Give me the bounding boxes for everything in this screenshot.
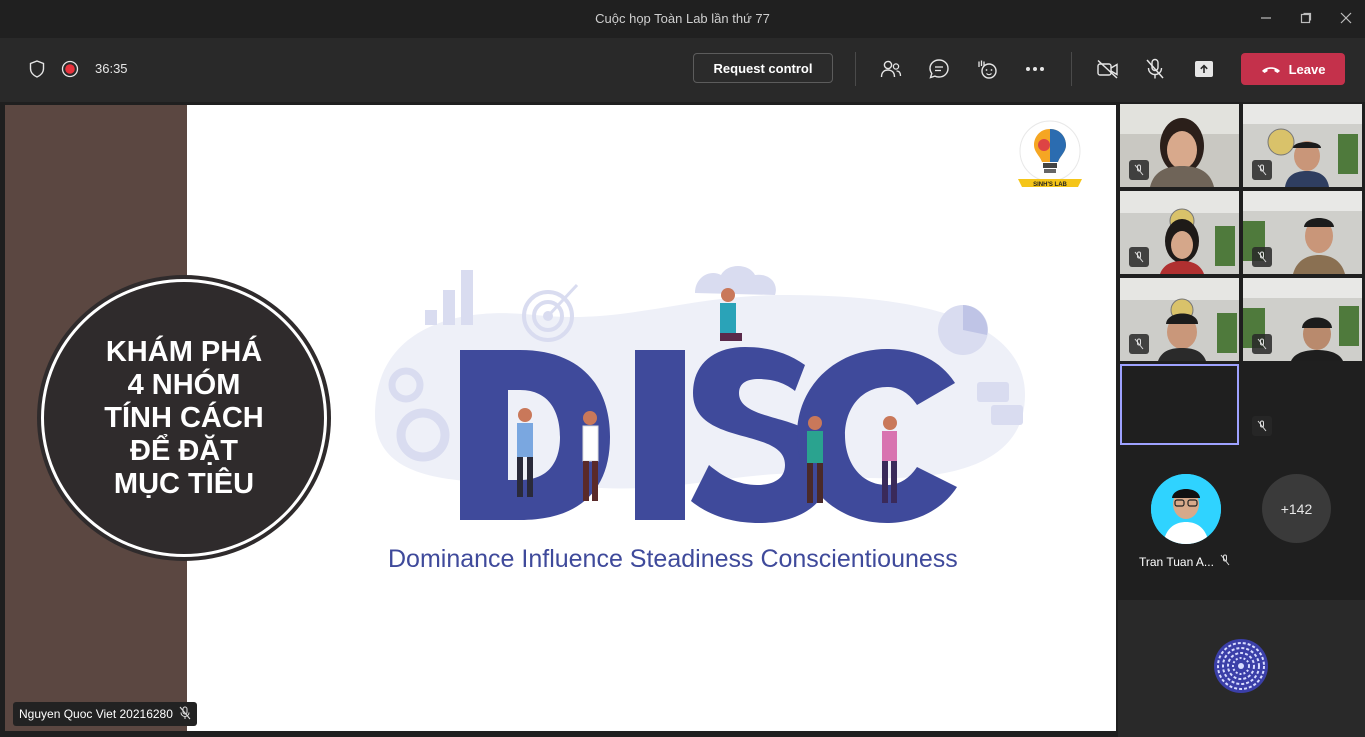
window-title: Cuộc họp Toàn Lab lần thứ 77 [595,11,770,26]
participant-avatar[interactable] [1151,474,1221,544]
loading-spinner-icon [1214,639,1268,693]
participant-video-tile[interactable] [1120,191,1239,274]
participant-video-tile[interactable] [1120,278,1239,361]
presenter-name-tag: Nguyen Quoc Viet 20216280 [13,702,197,726]
participant-video-tile[interactable] [1243,364,1362,447]
people-icon[interactable] [879,57,903,81]
hang-up-icon [1261,62,1281,77]
heading-line: KHÁM PHÁ [105,335,263,368]
maximize-icon[interactable] [1295,8,1317,28]
share-screen-icon[interactable] [1191,57,1217,81]
meeting-toolbar: 36:35 Request control Leave [0,38,1365,102]
camera-off-icon[interactable] [1095,57,1121,81]
mic-off-icon [1129,160,1149,180]
heading-line: TÍNH CÁCH [104,401,264,434]
chat-icon[interactable] [927,57,951,81]
title-bar: Cuộc họp Toàn Lab lần thứ 77 [0,0,1365,38]
leave-label: Leave [1288,61,1326,77]
leave-button[interactable]: Leave [1241,53,1345,85]
mic-off-icon [179,706,191,723]
raise-hand-icon[interactable] [975,57,999,81]
disc-tagline: Dominance Influence Steadiness Conscient… [388,545,958,573]
more-options-icon[interactable] [1023,57,1047,81]
meeting-timer: 36:35 [95,61,128,76]
mic-off-icon [1220,554,1230,569]
mic-off-icon [1129,247,1149,267]
shield-icon[interactable] [28,60,46,78]
minimize-icon[interactable] [1255,8,1277,28]
participant-name-tag: Tran Tuan A... [1139,554,1230,569]
participant-name: Tran Tuan A... [1139,554,1214,569]
mic-off-icon [1252,247,1272,267]
participant-video-tile[interactable] [1243,191,1362,274]
participant-video-tile[interactable] [1243,278,1362,361]
disc-illustration [375,266,1025,523]
heading-line: MỤC TIÊU [113,467,255,500]
request-control-button[interactable]: Request control [693,53,833,83]
presenter-name: Nguyen Quoc Viet 20216280 [19,707,173,721]
heading-line: ĐỂ ĐẶT [130,434,238,467]
mic-off-icon[interactable] [1143,57,1167,81]
close-icon[interactable] [1335,8,1357,28]
participant-video-tile[interactable] [1120,104,1239,187]
slide-heading-badge: KHÁM PHÁ 4 NHÓM TÍNH CÁCH ĐỂ ĐẶT MỤC TIÊ… [41,279,327,557]
mic-off-icon [1252,334,1272,354]
participant-video-tile[interactable] [1243,104,1362,187]
right-panel-footer [1118,600,1365,737]
shared-screen: KHÁM PHÁ 4 NHÓM TÍNH CÁCH ĐỂ ĐẶT MỤC TIÊ… [5,105,1116,731]
mic-off-icon [1129,334,1149,354]
logo-caption: SINH'S LAB [1033,182,1067,188]
toolbar-divider [1071,52,1072,86]
heading-line: 4 NHÓM [127,368,241,401]
self-video-tile[interactable] [1120,364,1239,445]
toolbar-divider [855,52,856,86]
mic-off-icon [1252,416,1272,436]
mic-off-icon [1252,160,1272,180]
recording-icon [61,60,79,78]
more-participants-button[interactable]: +142 [1262,474,1331,543]
lab-logo: SINH'S LAB [1018,120,1082,188]
